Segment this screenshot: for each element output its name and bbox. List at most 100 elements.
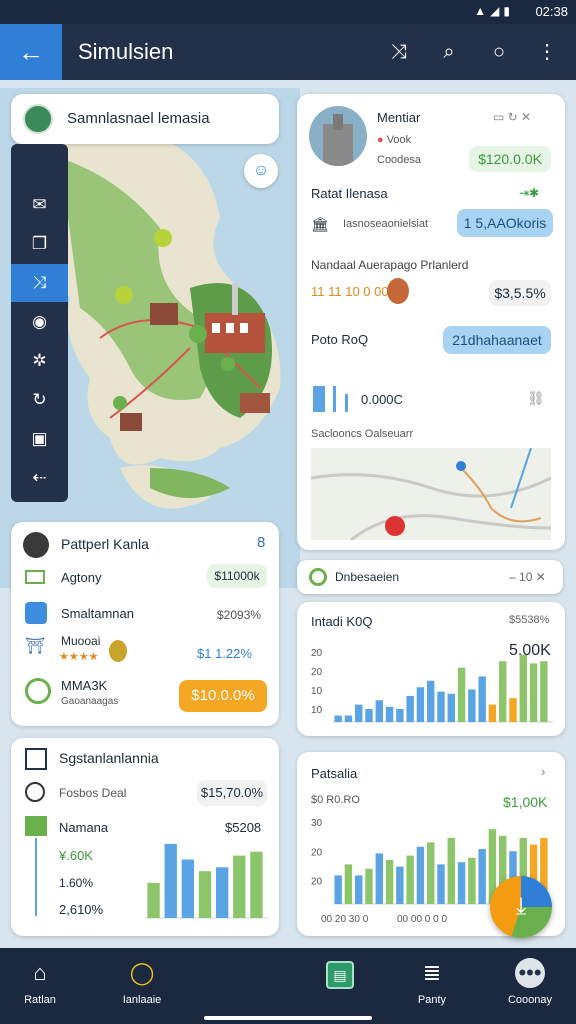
- section3-label: Poto RoQ: [311, 332, 369, 347]
- share-icon[interactable]: ⤨: [384, 37, 414, 67]
- stats-row-value: $5208: [225, 820, 262, 835]
- row-label: Muooai: [61, 634, 101, 648]
- chart2-xtick: 00 00 0 0 0: [397, 914, 448, 925]
- section3-pill[interactable]: 21dhahaanaet: [443, 326, 551, 354]
- chart-bar: [365, 708, 373, 722]
- map-header-card[interactable]: Samnlasnael lemasia: [11, 94, 279, 144]
- route-map[interactable]: [311, 448, 551, 540]
- nav-label: Panty: [417, 994, 447, 1006]
- chart-bar: [488, 704, 497, 722]
- row-value: $1 1.22%: [197, 646, 252, 661]
- home-icon: ⌂: [33, 960, 47, 985]
- collapse-icon[interactable]: ⇠: [11, 459, 68, 497]
- stats-card: Sgstanlanlannia Fosbos Deal $15,70.0% Na…: [11, 738, 279, 936]
- summary-title: Pattperl Kanla: [61, 536, 149, 552]
- chart-bar: [457, 862, 466, 904]
- chat-icon[interactable]: ◉: [11, 303, 68, 341]
- chart-bar: [457, 667, 466, 722]
- card-window-controls[interactable]: ▭ ↻ ✕: [493, 110, 531, 124]
- chart-bar: [375, 853, 383, 904]
- expand-icon[interactable]: ⇥✱: [519, 186, 539, 200]
- settings-icon[interactable]: ✲: [11, 342, 68, 380]
- search-icon[interactable]: ⌕: [434, 37, 464, 67]
- page-title: Simulsien: [78, 39, 174, 64]
- row-value: $11000k: [207, 564, 267, 588]
- route-icon[interactable]: ⤨: [11, 264, 68, 302]
- chart-bar: [396, 866, 404, 904]
- chart1-title: Intadi K0Q: [311, 614, 373, 629]
- chart-bar: [478, 676, 486, 722]
- nav-item-more[interactable]: ••• Cooonay: [490, 958, 570, 1006]
- chart-bar: [365, 868, 373, 904]
- section2-pill: $3,5.5%: [489, 280, 551, 306]
- link-icon[interactable]: ⛓: [527, 390, 545, 407]
- status-time: 02:38: [535, 4, 568, 19]
- profile-title: Mentiar: [377, 110, 421, 125]
- nav-item-map[interactable]: ◯ Ianlaaie: [102, 958, 182, 1006]
- nav-item-analytics[interactable]: ≣ Panty: [392, 958, 472, 1006]
- mini-value: – 10 ✕: [509, 570, 546, 584]
- status-icon: [309, 568, 327, 586]
- price-badge: $120.0.0K: [469, 146, 551, 172]
- chart-bar: [385, 860, 394, 904]
- chart-bar: [355, 875, 363, 904]
- chart-bar: [416, 687, 425, 722]
- chart-bar: [344, 715, 353, 722]
- app-bar: ← Simulsien ⤨ ⌕ ○ ⋮: [0, 24, 576, 80]
- summary-badge: 8: [257, 534, 266, 551]
- document-icon[interactable]: ▣: [11, 420, 68, 458]
- more-vert-icon[interactable]: ⋮: [532, 37, 562, 67]
- nav-item-home[interactable]: ⌂ Ratlan: [0, 958, 80, 1006]
- pin-icon: ●: [377, 134, 387, 146]
- chart-bar: [385, 706, 394, 722]
- mini-label: Dnbesaeien: [335, 570, 400, 584]
- rating-stars: ★★★★: [59, 651, 99, 663]
- locate-button[interactable]: ☺: [244, 154, 278, 188]
- bookmark-icon[interactable]: ❐: [11, 225, 68, 263]
- nav-label: Ratlan: [24, 994, 56, 1006]
- home-indicator: [204, 1016, 372, 1020]
- chart-bar: [437, 691, 445, 722]
- chart-bar: [468, 689, 476, 722]
- pin-icon: ◯: [129, 960, 155, 985]
- history-icon[interactable]: ↻: [11, 381, 68, 419]
- stats-row-label: Namana: [59, 820, 109, 835]
- download-icon: ⤓: [515, 893, 527, 920]
- stats-title: Sgstanlanlannia: [59, 750, 159, 766]
- stat-value: ¥.60K: [59, 848, 93, 863]
- profile-line2: Coodesa: [377, 154, 422, 166]
- refresh-icon[interactable]: ○: [484, 37, 514, 67]
- timeline-line: [35, 838, 37, 916]
- back-button[interactable]: ←: [0, 24, 62, 80]
- summary-card: Pattperl Kanla 8 Agtony $11000k Smaltamn…: [11, 522, 279, 726]
- signal-icons: ▲◢▮: [474, 4, 514, 18]
- nav-item-dashboard[interactable]: ▤: [300, 958, 380, 989]
- nav-label: Cooonay: [507, 994, 553, 1006]
- chart-bar: [233, 855, 246, 918]
- more-icon: •••: [490, 958, 570, 988]
- avatar: [23, 532, 49, 558]
- mail-icon[interactable]: ✉: [11, 186, 68, 224]
- mini-status-card[interactable]: Dnbesaeien – 10 ✕: [297, 560, 563, 594]
- stat-value: 1.60%: [59, 876, 94, 890]
- chart-card-1: Intadi K0Q $5538% 5,00K 20 20 10 10: [297, 602, 565, 736]
- mini-bar: [313, 386, 325, 412]
- chart-bar: [215, 867, 229, 918]
- chart-bar: [396, 708, 404, 722]
- section1-pill[interactable]: 1 5,AAOkoris: [457, 209, 553, 237]
- chart-bar: [437, 864, 445, 904]
- chart-bar: [540, 661, 548, 722]
- chart-bar: [406, 855, 414, 904]
- chart-bar: [334, 715, 342, 722]
- chart-bar: [499, 661, 507, 722]
- fab-download-button[interactable]: ⤓: [490, 876, 552, 938]
- chart-icon: ▤: [300, 958, 380, 989]
- row-action[interactable]: $10.0.0%: [179, 680, 267, 712]
- calendar-icon: [25, 748, 47, 770]
- locate-icon: ☺: [252, 162, 270, 179]
- row-label: Smaltamnan: [61, 606, 134, 621]
- nav-label: Ianlaaie: [122, 994, 162, 1006]
- chart-tick-label: 20: [311, 648, 323, 659]
- chevron-right-icon[interactable]: ›: [541, 764, 545, 779]
- mini-bar: [333, 386, 336, 412]
